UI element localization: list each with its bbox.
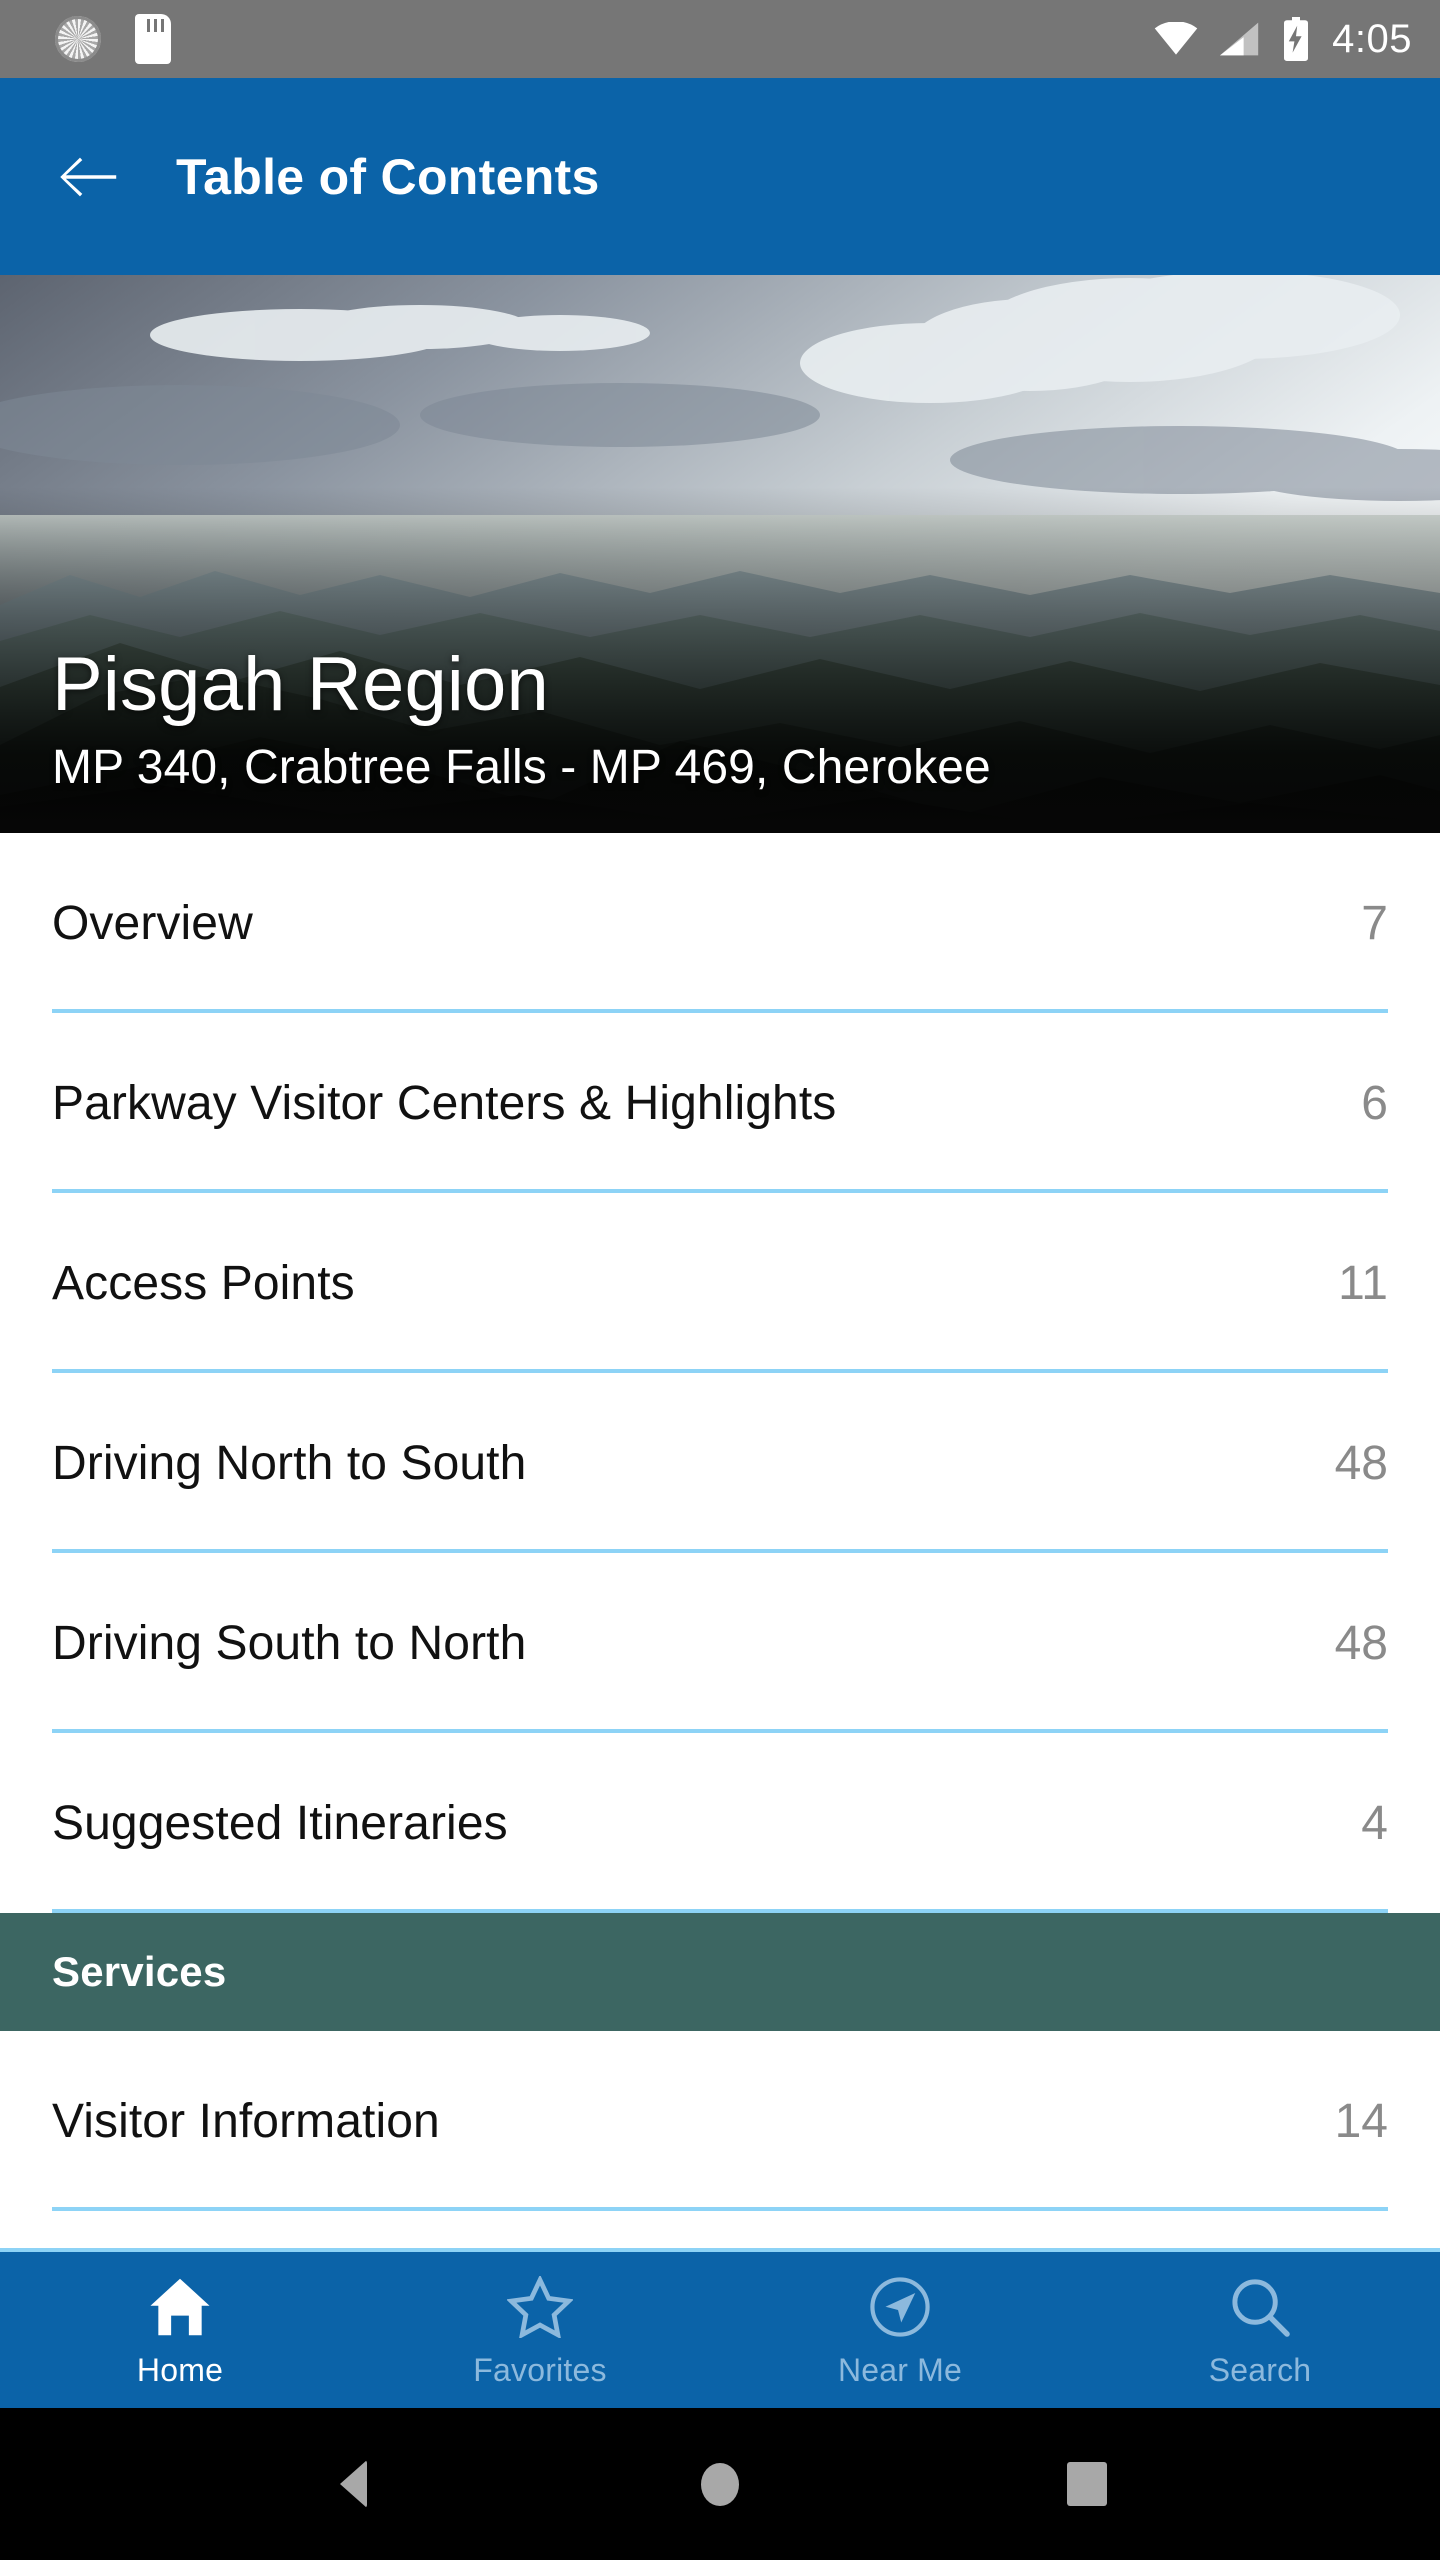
toc-row-label: Driving North to South: [52, 1436, 527, 1490]
star-icon: [507, 2272, 573, 2342]
hero-subtitle: MP 340, Crabtree Falls - MP 469, Cheroke…: [52, 741, 991, 794]
nav-item-home[interactable]: Home: [0, 2252, 360, 2408]
bottom-navigation-bar: Home Favorites Near Me Search: [0, 2248, 1440, 2408]
home-circle-icon: [700, 2462, 739, 2506]
toc-row-visitor-information[interactable]: Visitor Information 14: [0, 2031, 1440, 2211]
android-system-navigation-bar: [0, 2408, 1440, 2560]
nav-item-label: Home: [136, 2351, 224, 2388]
toc-row-suggested-itineraries[interactable]: Suggested Itineraries 4: [0, 1733, 1440, 1913]
status-bar-right-icons: 4:05: [1154, 17, 1412, 61]
hero-header: Pisgah Region MP 340, Crabtree Falls - M…: [0, 275, 1440, 833]
toc-row-label: Visitor Information: [52, 2094, 440, 2148]
toc-row-count: 6: [1361, 1076, 1388, 1130]
status-bar-left-icons: [55, 14, 171, 64]
hero-text-block: Pisgah Region MP 340, Crabtree Falls - M…: [52, 641, 991, 795]
nav-item-label: Near Me: [837, 2351, 963, 2388]
toc-row-count: 4: [1361, 1796, 1388, 1850]
nav-item-search[interactable]: Search: [1080, 2252, 1440, 2408]
toc-row-driving-north-to-south[interactable]: Driving North to South 48: [0, 1373, 1440, 1553]
nav-item-near-me[interactable]: Near Me: [720, 2252, 1080, 2408]
android-back-button[interactable]: [308, 2439, 398, 2529]
sync-icon: [55, 16, 101, 62]
nav-item-favorites[interactable]: Favorites: [360, 2252, 720, 2408]
status-bar: 4:05: [0, 0, 1440, 78]
toc-row-overview[interactable]: Overview 7: [0, 833, 1440, 1013]
recents-square-icon: [1066, 2462, 1107, 2506]
section-header-services: Services: [0, 1913, 1440, 2031]
navigation-icon: [868, 2272, 932, 2342]
toc-row-access-points[interactable]: Access Points 11: [0, 1193, 1440, 1373]
hero-title: Pisgah Region: [52, 641, 549, 727]
toc-row-count: 11: [1338, 1256, 1388, 1310]
android-recents-button[interactable]: [1042, 2439, 1132, 2529]
sd-card-icon: [135, 14, 171, 64]
cellular-signal-icon: [1220, 22, 1259, 56]
toc-row-count: 48: [1334, 1436, 1388, 1490]
back-triangle-icon: [339, 2460, 367, 2508]
back-arrow-icon[interactable]: [60, 154, 118, 200]
wifi-icon: [1154, 22, 1198, 55]
status-bar-clock: 4:05: [1332, 17, 1412, 61]
android-home-button[interactable]: [675, 2439, 765, 2529]
toc-row-count: 7: [1361, 896, 1388, 950]
nav-item-label: Favorites: [473, 2351, 607, 2388]
toc-row-label: Driving South to North: [52, 1616, 527, 1670]
phone-screen: 4:05 Table of Contents Pisgah Region MP …: [0, 0, 1440, 2560]
toc-row-label: Overview: [52, 896, 253, 950]
home-icon: [148, 2272, 212, 2342]
toc-row-parkway-visitor-centers[interactable]: Parkway Visitor Centers & Highlights 6: [0, 1013, 1440, 1193]
toc-row-driving-south-to-north[interactable]: Driving South to North 48: [0, 1553, 1440, 1733]
nav-item-label: Search: [1208, 2351, 1312, 2388]
battery-charging-icon: [1284, 17, 1309, 61]
app-bar: Table of Contents: [0, 78, 1440, 275]
section-header-label: Services: [52, 1948, 227, 1995]
page-title: Table of Contents: [176, 148, 600, 205]
search-icon: [1228, 2272, 1292, 2342]
toc-row-label: Parkway Visitor Centers & Highlights: [52, 1076, 837, 1130]
toc-row-label: Suggested Itineraries: [52, 1796, 508, 1850]
toc-row-count: 48: [1334, 1616, 1388, 1670]
toc-row-count: 14: [1334, 2094, 1388, 2148]
toc-row-label: Access Points: [52, 1256, 355, 1310]
table-of-contents-list: Overview 7 Parkway Visitor Centers & Hig…: [0, 833, 1440, 2248]
